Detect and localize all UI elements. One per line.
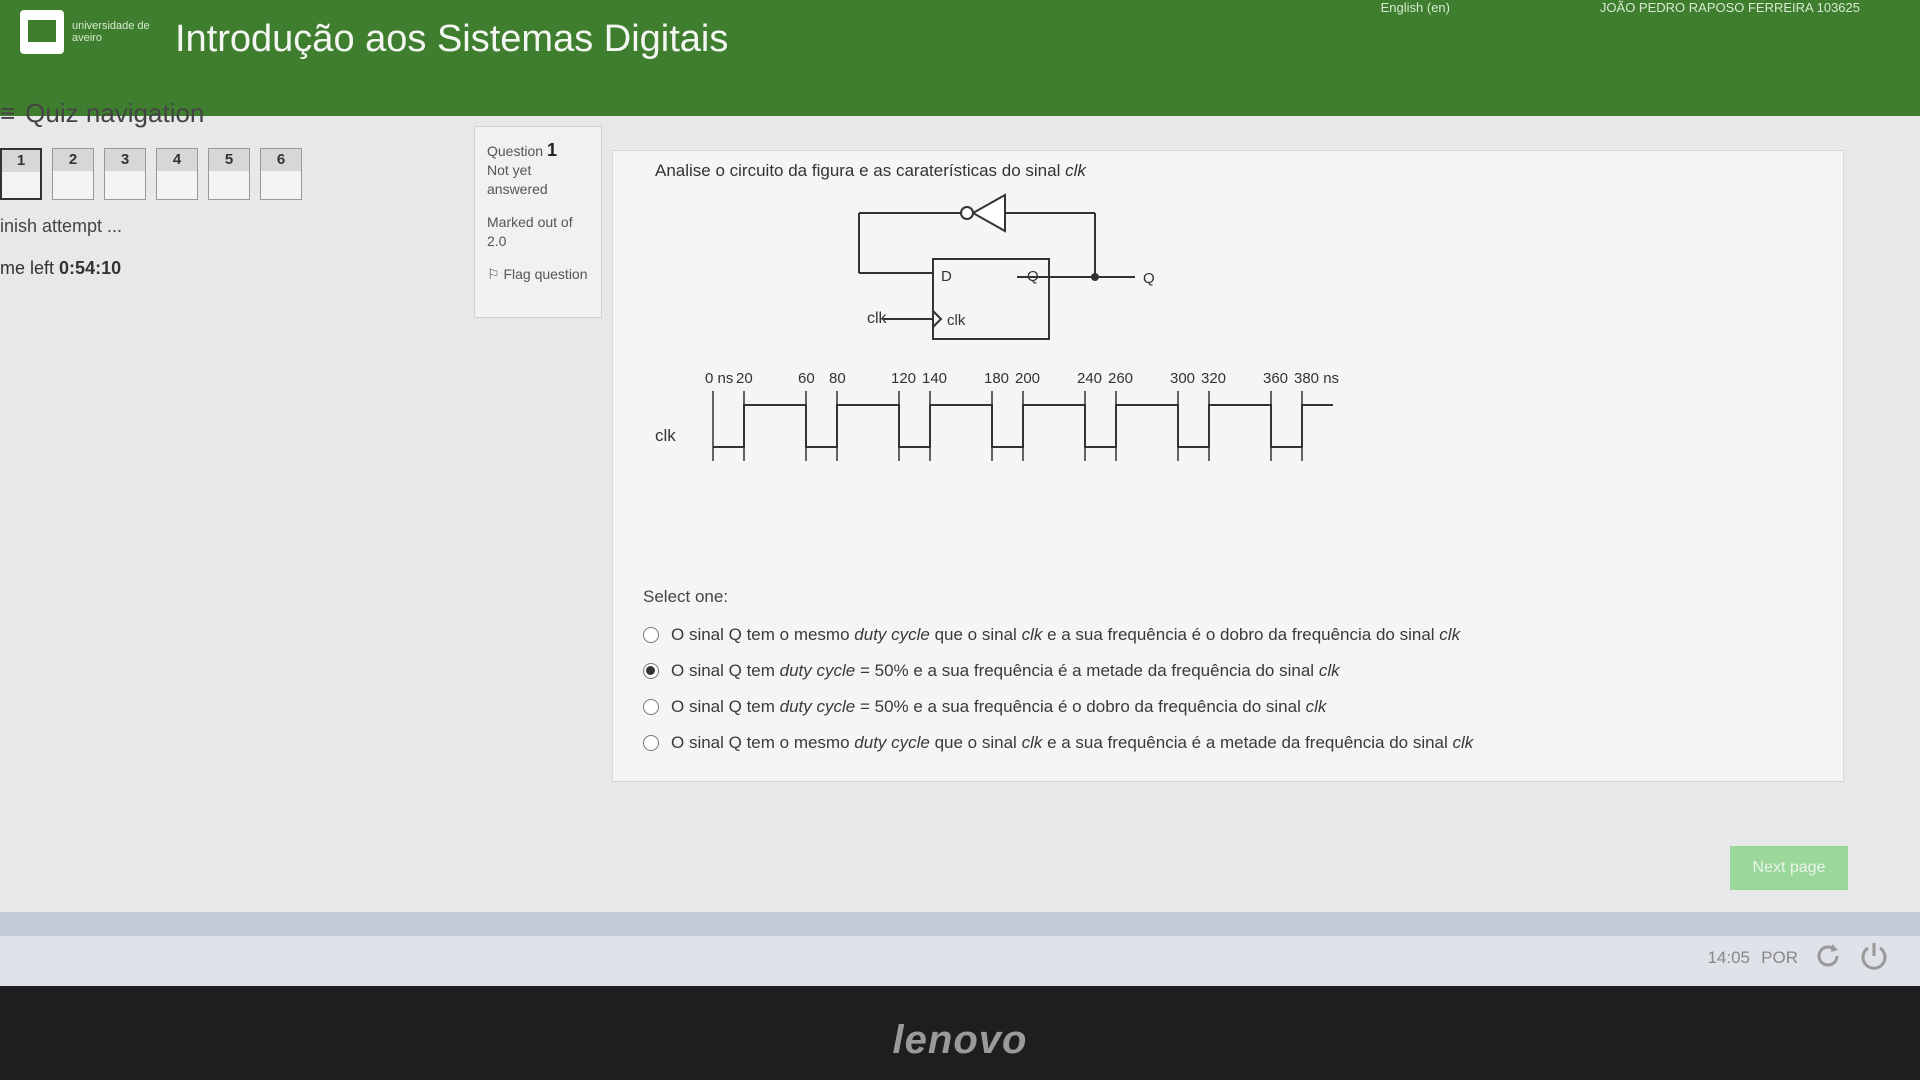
- taskbar-clock: 14:05: [1707, 948, 1750, 967]
- clk-input-label: clk: [867, 310, 888, 327]
- time-left: me left 0:54:10: [0, 258, 121, 279]
- next-page-button[interactable]: Next page: [1730, 846, 1848, 890]
- option-text: O sinal Q tem o mesmo duty cycle que o s…: [671, 733, 1474, 752]
- timing-tick-label: 180: [984, 370, 1009, 387]
- option-text: O sinal Q tem duty cycle = 50% e a sua f…: [671, 661, 1340, 680]
- question-nav-3[interactable]: 3: [104, 148, 146, 200]
- question-nav-label: 2: [53, 149, 93, 171]
- flag-icon: ⚐: [487, 266, 504, 282]
- ff-q-label: Q: [1027, 268, 1039, 285]
- question-nav-1[interactable]: 1: [0, 148, 42, 200]
- timing-tick-labels: 0 ns 20 60 80 120 140 180 200 240 260 300 320 360 380…: [705, 370, 1339, 387]
- clk-waveform: [712, 391, 1333, 461]
- monitor-brand-logo: lenovo: [892, 1018, 1028, 1062]
- language-menu[interactable]: English (en): [1381, 0, 1450, 15]
- option-text: O sinal Q tem duty cycle = 50% e a sua f…: [671, 697, 1327, 716]
- radio-button[interactable]: [643, 735, 659, 751]
- time-left-value: 0:54:10: [59, 258, 122, 278]
- university-name: universidade de aveiro: [72, 20, 150, 44]
- ff-clk-label: clk: [947, 312, 966, 329]
- select-one-label: Select one:: [643, 587, 729, 606]
- question-nav-4[interactable]: 4: [156, 148, 198, 200]
- answer-option-4[interactable]: O sinal Q tem o mesmo duty cycle que o s…: [643, 725, 1473, 761]
- flag-question-label: Flag question: [503, 266, 588, 282]
- timing-tick-label: 240: [1077, 370, 1102, 387]
- question-nav-label: 4: [157, 149, 197, 171]
- timing-tick-label: 360: [1263, 370, 1288, 387]
- menu-icon[interactable]: ≡: [0, 98, 15, 128]
- timing-tick-label: 300: [1170, 370, 1195, 387]
- answer-option-1[interactable]: O sinal Q tem o mesmo duty cycle que o s…: [643, 617, 1473, 653]
- question-content: Analise o circuito da figura e as carate…: [612, 150, 1844, 782]
- question-label: Question: [487, 143, 544, 159]
- timing-tick-label: 0 ns: [705, 370, 733, 387]
- university-logo-icon[interactable]: [20, 10, 64, 54]
- timing-tick-label: 60: [798, 370, 815, 387]
- question-nav-label: 3: [105, 149, 145, 171]
- footer-band: [0, 912, 1920, 936]
- question-number-list: 1 2 3 4 5 6: [0, 148, 302, 200]
- circuit-diagram: D Q clk clk Q 0 ns 20 60 80 120 140 180 200 240 2…: [655, 193, 1339, 461]
- timing-tick-label: 320: [1201, 370, 1226, 387]
- flag-question-button[interactable]: ⚐ Flag question: [487, 265, 589, 284]
- question-nav-6[interactable]: 6: [260, 148, 302, 200]
- ff-d-label: D: [941, 268, 952, 285]
- radio-button[interactable]: [643, 699, 659, 715]
- timing-tick-label: 200: [1015, 370, 1040, 387]
- question-nav-label: 1: [2, 150, 40, 172]
- question-nav-2[interactable]: 2: [52, 148, 94, 200]
- timing-signal-label: clk: [655, 426, 676, 445]
- timing-tick-label: 260: [1108, 370, 1133, 387]
- answer-option-3[interactable]: O sinal Q tem duty cycle = 50% e a sua f…: [643, 689, 1473, 725]
- time-left-label: me left: [0, 258, 55, 278]
- option-text: O sinal Q tem o mesmo duty cycle que o s…: [671, 625, 1461, 644]
- question-info-box: Question 1 Not yet answered Marked out o…: [474, 126, 602, 318]
- question-nav-label: 6: [261, 149, 301, 171]
- taskbar: [0, 936, 1920, 986]
- answer-options: O sinal Q tem o mesmo duty cycle que o s…: [643, 617, 1473, 761]
- q-output-label: Q: [1143, 270, 1155, 287]
- user-name[interactable]: JOÃO PEDRO RAPOSO FERREIRA 103625: [1600, 0, 1860, 15]
- quiz-navigation-label: Quiz navigation: [25, 98, 205, 128]
- site-header: universidade de aveiro Introdução aos Si…: [0, 0, 1920, 116]
- question-number-value: 1: [546, 140, 557, 160]
- timing-tick-label: 140: [922, 370, 947, 387]
- timing-tick-label: 80: [829, 370, 846, 387]
- question-marks: Marked out of 2.0: [487, 214, 573, 249]
- question-number: Question 1: [487, 141, 589, 161]
- timing-tick-label: 20: [736, 370, 753, 387]
- quiz-navigation-title: ≡ Quiz navigation: [0, 98, 204, 129]
- timing-tick-label: 120: [891, 370, 916, 387]
- power-icon[interactable]: [1858, 940, 1890, 972]
- inverter-gate: [960, 193, 1006, 233]
- refresh-icon[interactable]: [1812, 940, 1844, 972]
- answer-option-2[interactable]: O sinal Q tem duty cycle = 50% e a sua f…: [643, 653, 1473, 689]
- finish-attempt-link[interactable]: inish attempt ...: [0, 216, 122, 237]
- radio-button[interactable]: [643, 627, 659, 643]
- course-title[interactable]: Introdução aos Sistemas Digitais: [175, 18, 728, 61]
- timing-tick-label: 380 ns: [1294, 370, 1339, 387]
- question-nav-label: 5: [209, 149, 249, 171]
- question-status: Not yet answered: [487, 162, 548, 197]
- taskbar-language[interactable]: POR: [1761, 948, 1798, 968]
- question-nav-5[interactable]: 5: [208, 148, 250, 200]
- junction-dot: [1091, 273, 1099, 281]
- radio-button-selected[interactable]: [643, 663, 659, 679]
